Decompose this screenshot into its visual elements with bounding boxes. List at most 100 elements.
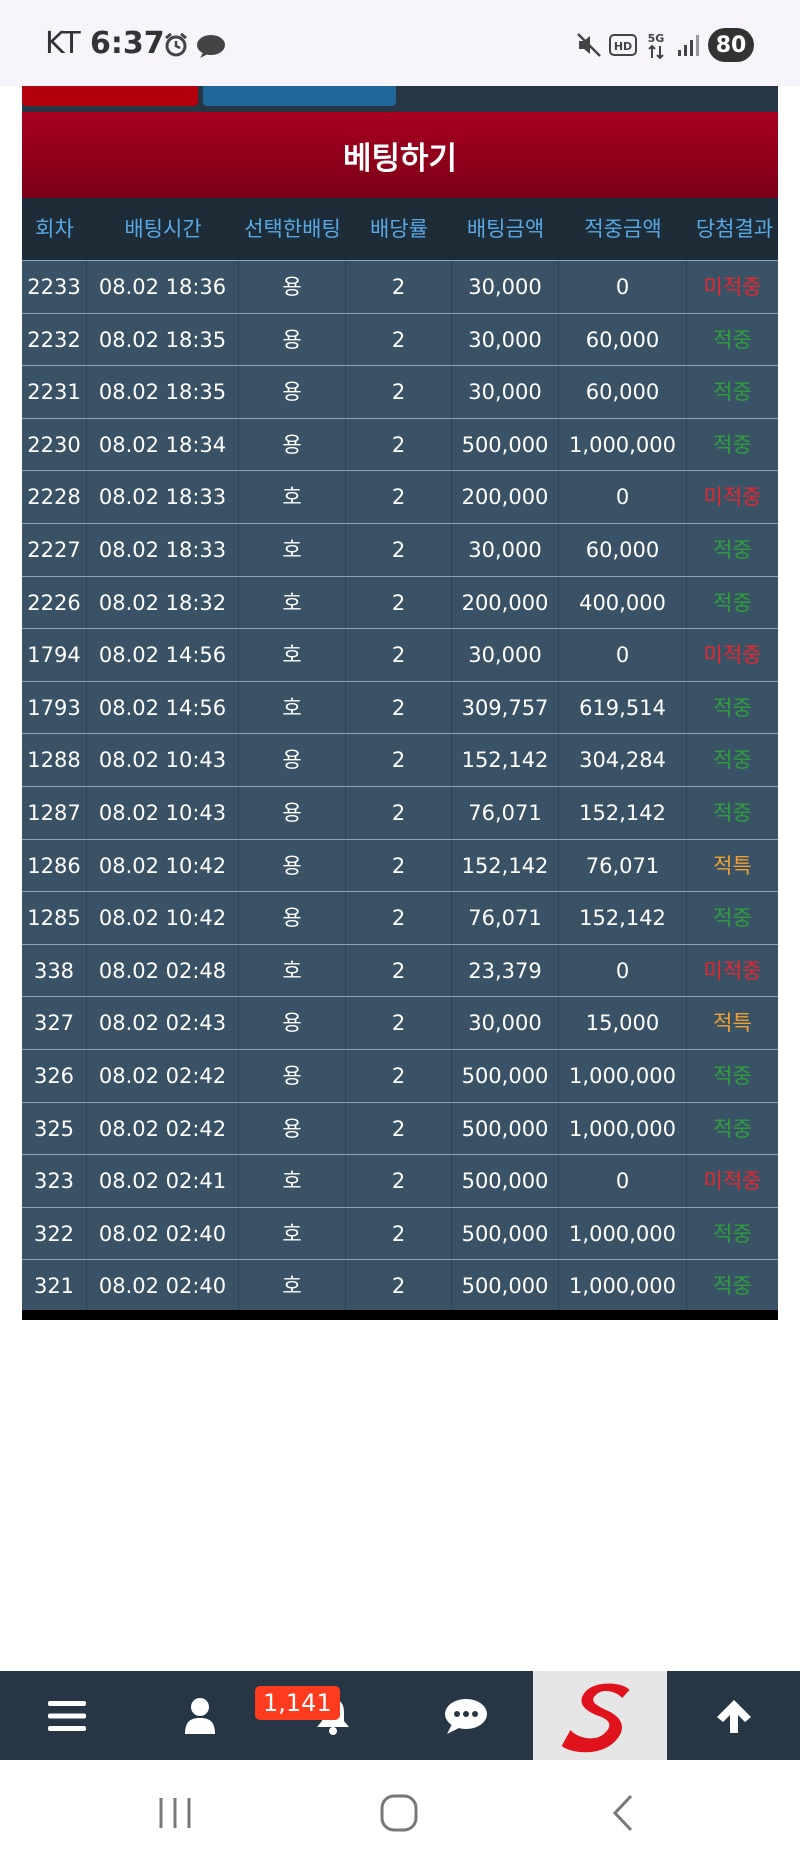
cell-odds: 2: [346, 366, 452, 419]
hd-icon: HD: [609, 30, 637, 60]
cell-bet-time: 08.02 10:42: [87, 839, 239, 892]
cell-win-amount: 76,071: [559, 839, 687, 892]
cell-odds: 2: [346, 944, 452, 997]
cell-selection: 용: [239, 1049, 346, 1102]
cell-result: 적중: [713, 695, 752, 720]
cell-bet-amount: 200,000: [452, 576, 559, 629]
cell-selection: 호: [239, 1207, 346, 1260]
table-row: 1286 08.02 10:42 용 2 152,142 76,071 적특: [22, 838, 778, 892]
cell-selection: 호: [239, 523, 346, 576]
header-bet-time: 배팅시간: [124, 217, 202, 241]
cell-bet-amount: 76,071: [452, 892, 559, 945]
cell-bet-amount: 309,757: [452, 681, 559, 734]
cell-selection: 용: [239, 313, 346, 366]
cell-result: 적중: [713, 1274, 752, 1299]
cell-round: 338: [22, 944, 87, 997]
cell-bet-amount: 23,379: [452, 944, 559, 997]
cell-win-amount: 1,000,000: [559, 1207, 687, 1260]
table-row: 2227 08.02 18:33 호 2 30,000 60,000 적중: [22, 522, 778, 576]
table-body: 2233 08.02 18:36 용 2 30,000 0 미적중 2232 08.02 18:…: [22, 260, 778, 1313]
cell-odds: 2: [346, 892, 452, 945]
cell-bet-time: 08.02 10:43: [87, 734, 239, 787]
betting-panel: 베팅하기 회차 배팅시간 선택한배팅 배당률 배팅금액 적중금액 당첨결과 22…: [22, 86, 778, 1320]
cell-selection: 용: [239, 418, 346, 471]
cell-bet-amount: 30,000: [452, 523, 559, 576]
user-button[interactable]: [133, 1671, 266, 1760]
cell-round: 1285: [22, 892, 87, 945]
bottom-nav: [0, 1671, 800, 1760]
table-row: 2232 08.02 18:35 용 2 30,000 60,000 적중: [22, 312, 778, 366]
table-row: 2233 08.02 18:36 용 2 30,000 0 미적중: [22, 260, 778, 313]
cell-result: 적중: [713, 537, 752, 562]
cell-win-amount: 1,000,000: [559, 1260, 687, 1313]
cell-bet-amount: 76,071: [452, 786, 559, 839]
cell-round: 2227: [22, 523, 87, 576]
top-tab-blue[interactable]: [203, 86, 396, 106]
scroll-top-button[interactable]: [667, 1671, 800, 1760]
cell-bet-time: 08.02 18:35: [87, 313, 239, 366]
back-button[interactable]: [598, 1788, 648, 1838]
cell-win-amount: 152,142: [559, 786, 687, 839]
table-row: 1794 08.02 14:56 호 2 30,000 0 미적중: [22, 628, 778, 682]
svg-text:5G: 5G: [648, 32, 665, 45]
table-row: 2226 08.02 18:32 호 2 200,000 400,000 적중: [22, 575, 778, 629]
table-row: 2230 08.02 18:34 용 2 500,000 1,000,000 적중: [22, 417, 778, 471]
site-logo[interactable]: [533, 1671, 667, 1760]
cell-odds: 2: [346, 786, 452, 839]
cell-round: 326: [22, 1049, 87, 1102]
cell-bet-amount: 30,000: [452, 629, 559, 682]
cell-win-amount: 1,000,000: [559, 1049, 687, 1102]
cell-bet-amount: 30,000: [452, 366, 559, 419]
cloud-chat-icon: [195, 30, 227, 60]
cell-round: 1288: [22, 734, 87, 787]
cell-selection: 호: [239, 629, 346, 682]
cell-round: 323: [22, 1155, 87, 1208]
chat-icon: [445, 1698, 487, 1734]
cell-round: 2230: [22, 418, 87, 471]
cell-odds: 2: [346, 576, 452, 629]
cell-bet-amount: 200,000: [452, 471, 559, 524]
cell-odds: 2: [346, 523, 452, 576]
menu-button[interactable]: [0, 1671, 133, 1760]
cell-win-amount: 1,000,000: [559, 418, 687, 471]
header-bet-amount: 배팅금액: [466, 217, 545, 241]
cell-win-amount: 619,514: [559, 681, 687, 734]
cell-win-amount: 152,142: [559, 892, 687, 945]
chat-button[interactable]: [399, 1671, 533, 1760]
table-row: 1287 08.02 10:43 용 2 76,071 152,142 적중: [22, 785, 778, 839]
table-row: 1793 08.02 14:56 호 2 309,757 619,514 적중: [22, 680, 778, 734]
cell-bet-amount: 500,000: [452, 1049, 559, 1102]
recent-apps-button[interactable]: [150, 1788, 200, 1838]
cell-bet-time: 08.02 18:35: [87, 366, 239, 419]
cell-round: 1287: [22, 786, 87, 839]
cell-selection: 용: [239, 1102, 346, 1155]
cell-bet-amount: 30,000: [452, 261, 559, 313]
cell-win-amount: 0: [559, 629, 687, 682]
cell-result: 적중: [713, 800, 752, 825]
table-row: 325 08.02 02:42 용 2 500,000 1,000,000 적중: [22, 1101, 778, 1155]
cell-win-amount: 60,000: [559, 366, 687, 419]
cell-odds: 2: [346, 313, 452, 366]
cell-round: 2226: [22, 576, 87, 629]
cell-bet-time: 08.02 02:42: [87, 1049, 239, 1102]
table-row: 321 08.02 02:40 호 2 500,000 1,000,000 적중: [22, 1259, 778, 1313]
header-win-amount: 적중금액: [584, 217, 662, 241]
header-odds: 배당률: [370, 217, 428, 241]
top-tab-red[interactable]: [22, 86, 198, 106]
cell-result: 미적중: [703, 1169, 762, 1194]
cell-selection: 용: [239, 786, 346, 839]
cell-result: 적중: [713, 906, 752, 931]
cell-win-amount: 0: [559, 261, 687, 313]
notification-badge: 1,141: [255, 1686, 340, 1720]
cell-odds: 2: [346, 997, 452, 1050]
home-button[interactable]: [374, 1788, 424, 1838]
cell-bet-time: 08.02 02:40: [87, 1260, 239, 1313]
cell-result: 미적중: [703, 643, 762, 668]
network-5g-icon: 5G: [643, 30, 669, 60]
page-title-bar: 베팅하기: [22, 112, 778, 198]
cell-odds: 2: [346, 418, 452, 471]
cell-selection: 호: [239, 576, 346, 629]
home-icon: [380, 1794, 418, 1832]
cell-selection: 용: [239, 892, 346, 945]
user-icon: [184, 1697, 215, 1734]
